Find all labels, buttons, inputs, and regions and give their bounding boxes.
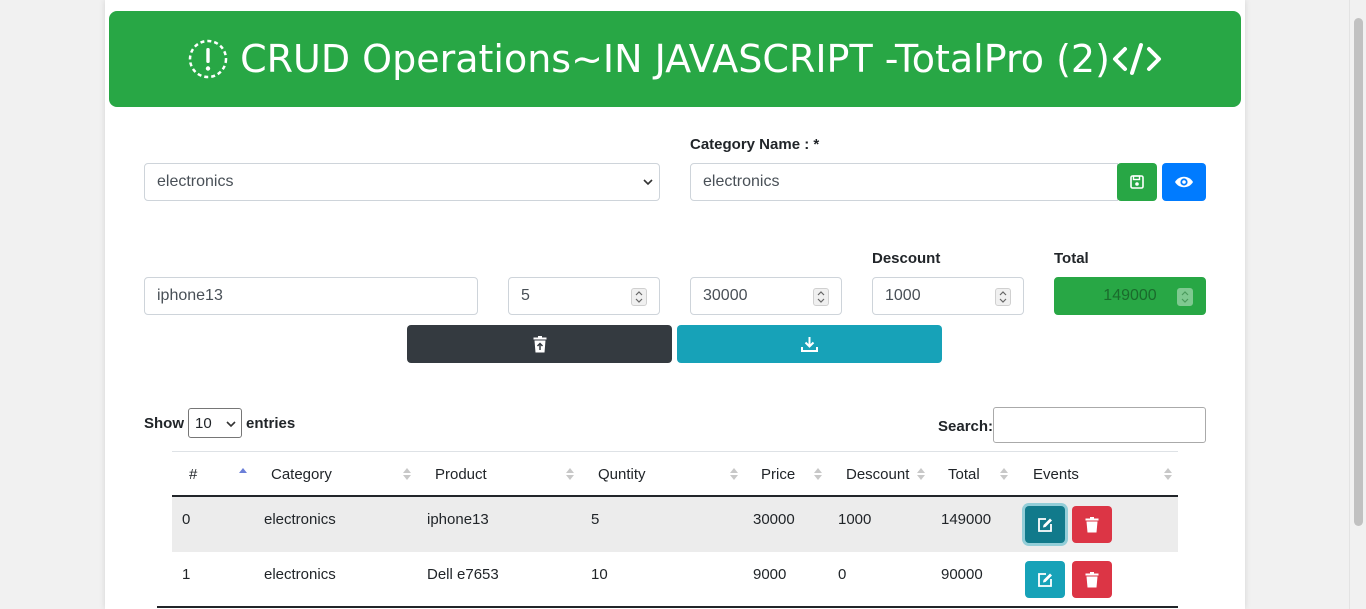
chevron-down-icon bbox=[226, 421, 236, 428]
code-icon bbox=[1112, 43, 1161, 75]
total-output: 149000 bbox=[1054, 277, 1206, 315]
category-name-input[interactable]: electronics bbox=[690, 163, 1118, 201]
sort-icon bbox=[566, 468, 574, 480]
search-label: Search: bbox=[938, 418, 994, 435]
column-header-product[interactable]: Product bbox=[435, 466, 487, 483]
cell-price: 9000 bbox=[753, 566, 787, 583]
delete-row-button[interactable] bbox=[1072, 506, 1112, 543]
sort-ascending-icon bbox=[239, 468, 247, 473]
sort-icon bbox=[814, 468, 822, 480]
discount-spinner[interactable] bbox=[995, 288, 1011, 306]
view-category-button[interactable] bbox=[1162, 163, 1206, 201]
category-select[interactable]: electronics bbox=[144, 163, 660, 201]
total-spinner bbox=[1177, 288, 1193, 306]
column-header-price[interactable]: Price bbox=[761, 466, 795, 483]
entries-value: 10 bbox=[195, 414, 212, 432]
cell-id: 1 bbox=[182, 566, 191, 583]
table-row: 1 electronics Dell e7653 10 9000 0 90000 bbox=[172, 552, 1178, 607]
trash-icon bbox=[1085, 516, 1099, 532]
discount-value: 1000 bbox=[885, 287, 921, 304]
cell-id: 0 bbox=[182, 511, 191, 528]
product-input[interactable]: iphone13 bbox=[144, 277, 478, 315]
entries-select[interactable]: 10 bbox=[188, 408, 242, 438]
edit-row-button[interactable] bbox=[1025, 506, 1065, 543]
price-spinner[interactable] bbox=[813, 288, 829, 306]
trash-icon bbox=[1085, 571, 1099, 587]
trash-restore-icon bbox=[533, 335, 546, 352]
column-header-id[interactable]: # bbox=[189, 466, 197, 483]
cell-discount: 0 bbox=[838, 566, 847, 583]
chevron-down-icon bbox=[643, 179, 653, 186]
cell-category: electronics bbox=[264, 566, 336, 583]
quantity-value: 5 bbox=[521, 287, 530, 304]
price-input[interactable]: 30000 bbox=[690, 277, 842, 315]
cell-quantity: 10 bbox=[591, 566, 608, 583]
category-name-label: Category Name : * bbox=[690, 136, 820, 153]
cell-product: Dell e7653 bbox=[427, 566, 499, 583]
scrollbar-thumb[interactable] bbox=[1354, 18, 1363, 526]
edit-icon bbox=[1038, 517, 1052, 532]
sort-icon bbox=[1164, 468, 1172, 480]
submit-product-button[interactable] bbox=[677, 325, 942, 363]
product-value: iphone13 bbox=[157, 287, 223, 304]
cell-total: 149000 bbox=[941, 511, 992, 528]
cell-quantity: 5 bbox=[591, 511, 600, 528]
edit-icon bbox=[1038, 572, 1052, 587]
column-header-category[interactable]: Category bbox=[271, 466, 332, 483]
quantity-input[interactable]: 5 bbox=[508, 277, 660, 315]
edit-row-button[interactable] bbox=[1025, 561, 1065, 598]
cell-price: 30000 bbox=[753, 511, 795, 528]
save-icon bbox=[1130, 175, 1144, 189]
search-input[interactable] bbox=[993, 407, 1206, 443]
category-select-value: electronics bbox=[157, 173, 234, 190]
entries-label: entries bbox=[246, 415, 296, 432]
info-circle-icon bbox=[188, 39, 228, 79]
column-header-discount[interactable]: Descount bbox=[846, 466, 909, 483]
category-name-value: electronics bbox=[703, 173, 780, 190]
cell-category: electronics bbox=[264, 511, 336, 528]
delete-row-button[interactable] bbox=[1072, 561, 1112, 598]
table-bottom-border bbox=[157, 606, 1178, 608]
column-header-events[interactable]: Events bbox=[1033, 466, 1079, 483]
sort-icon bbox=[1000, 468, 1008, 480]
price-value: 30000 bbox=[703, 287, 748, 304]
sort-icon bbox=[730, 468, 738, 480]
save-category-button[interactable] bbox=[1117, 163, 1157, 201]
page-scrollbar[interactable] bbox=[1349, 0, 1366, 609]
total-value: 149000 bbox=[1103, 287, 1157, 304]
eye-icon bbox=[1175, 176, 1193, 188]
clear-form-button[interactable] bbox=[407, 325, 672, 363]
table-row: 0 electronics iphone13 5 30000 1000 1490… bbox=[172, 497, 1178, 552]
total-label: Total bbox=[1054, 250, 1089, 267]
page-title: CRUD Operations~IN JAVASCRIPT -TotalPro … bbox=[240, 37, 1110, 81]
sort-icon bbox=[403, 468, 411, 480]
discount-label: Descount bbox=[872, 250, 941, 267]
cell-total: 90000 bbox=[941, 566, 983, 583]
quantity-spinner[interactable] bbox=[631, 288, 647, 306]
cell-product: iphone13 bbox=[427, 511, 489, 528]
download-icon bbox=[801, 337, 818, 352]
column-header-total[interactable]: Total bbox=[948, 466, 980, 483]
sort-icon bbox=[917, 468, 925, 480]
page-header: CRUD Operations~IN JAVASCRIPT -TotalPro … bbox=[109, 11, 1241, 107]
cell-discount: 1000 bbox=[838, 511, 872, 528]
column-header-quantity[interactable]: Quntity bbox=[598, 466, 646, 483]
discount-input[interactable]: 1000 bbox=[872, 277, 1024, 315]
table-top-border bbox=[172, 451, 1178, 452]
show-label: Show bbox=[144, 415, 184, 432]
